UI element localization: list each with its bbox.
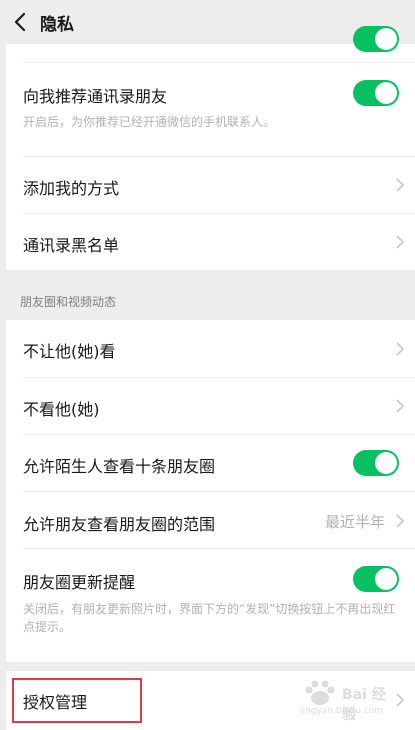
toggle-knob bbox=[375, 452, 397, 474]
visible-range-row[interactable]: 允许朋友查看朋友圈的范围 最近半年 bbox=[6, 491, 415, 548]
recommend-contacts-row: 向我推荐通讯录朋友 开启后，为你推荐已经开通微信的手机联系人。 bbox=[6, 62, 415, 156]
visible-range-value: 最近半年 bbox=[324, 513, 385, 531]
update-reminder-description: 关闭后，有朋友更新照片时，界面下方的“发现”切换按钮上不再出现红点提示。 bbox=[23, 602, 396, 634]
section-title: 朋友圈和视频动态 bbox=[20, 295, 117, 309]
dont-see-row[interactable]: 不看他(她) bbox=[6, 377, 415, 434]
baidu-watermark: Bai 经验 jingyan.baidu.com bbox=[292, 676, 392, 723]
paw-logo-icon bbox=[305, 680, 335, 705]
update-reminder-toggle[interactable] bbox=[353, 566, 399, 592]
recommend-contacts-description: 开启后，为你推荐已经开通微信的手机联系人。 bbox=[23, 115, 276, 129]
previous-setting-toggle[interactable] bbox=[353, 26, 399, 52]
highlight-box bbox=[12, 678, 142, 723]
toggle-knob bbox=[375, 82, 397, 104]
chevron-right-icon bbox=[396, 342, 405, 356]
update-reminder-label: 朋友圈更新提醒 bbox=[23, 573, 136, 592]
moments-settings-group: 不让他(她)看 不看他(她) 允许陌生人查看十条朋友圈 允许朋友查看朋友圈的范围… bbox=[6, 320, 415, 662]
strangers-view-row: 允许陌生人查看十条朋友圈 bbox=[6, 434, 415, 491]
update-reminder-row: 朋友圈更新提醒 关闭后，有朋友更新照片时，界面下方的“发现”切换按钮上不再出现红… bbox=[6, 548, 415, 662]
dont-let-see-label: 不让他(她)看 bbox=[23, 342, 116, 361]
watermark-brand: Bai 经验 bbox=[342, 687, 386, 723]
add-methods-row[interactable]: 添加我的方式 bbox=[6, 156, 415, 213]
chevron-right-icon bbox=[396, 178, 405, 192]
toggle-knob bbox=[375, 568, 397, 590]
chevron-right-icon bbox=[396, 514, 405, 528]
strangers-view-label: 允许陌生人查看十条朋友圈 bbox=[23, 457, 216, 476]
recommend-contacts-toggle[interactable] bbox=[353, 80, 399, 106]
chevron-left-icon bbox=[14, 12, 26, 32]
visible-range-label: 允许朋友查看朋友圈的范围 bbox=[23, 515, 216, 534]
dont-let-see-row[interactable]: 不让他(她)看 bbox=[6, 320, 415, 377]
strangers-view-toggle[interactable] bbox=[353, 450, 399, 476]
blacklist-row[interactable]: 通讯录黑名单 bbox=[6, 213, 415, 270]
page-title: 隐私 bbox=[40, 14, 74, 35]
contacts-settings-group: 向我推荐通讯录朋友 开启后，为你推荐已经开通微信的手机联系人。 添加我的方式 通… bbox=[6, 26, 415, 270]
dont-see-label: 不看他(她) bbox=[23, 400, 100, 419]
toggle-knob bbox=[375, 28, 397, 50]
chevron-right-icon bbox=[396, 399, 405, 413]
recommend-contacts-label: 向我推荐通讯录朋友 bbox=[23, 87, 168, 106]
add-methods-label: 添加我的方式 bbox=[23, 179, 120, 198]
watermark-url: jingyan.baidu.com bbox=[300, 706, 384, 716]
back-button[interactable] bbox=[0, 0, 40, 44]
chevron-right-icon bbox=[396, 235, 405, 249]
chevron-right-icon bbox=[396, 693, 405, 707]
blacklist-label: 通讯录黑名单 bbox=[23, 236, 120, 255]
